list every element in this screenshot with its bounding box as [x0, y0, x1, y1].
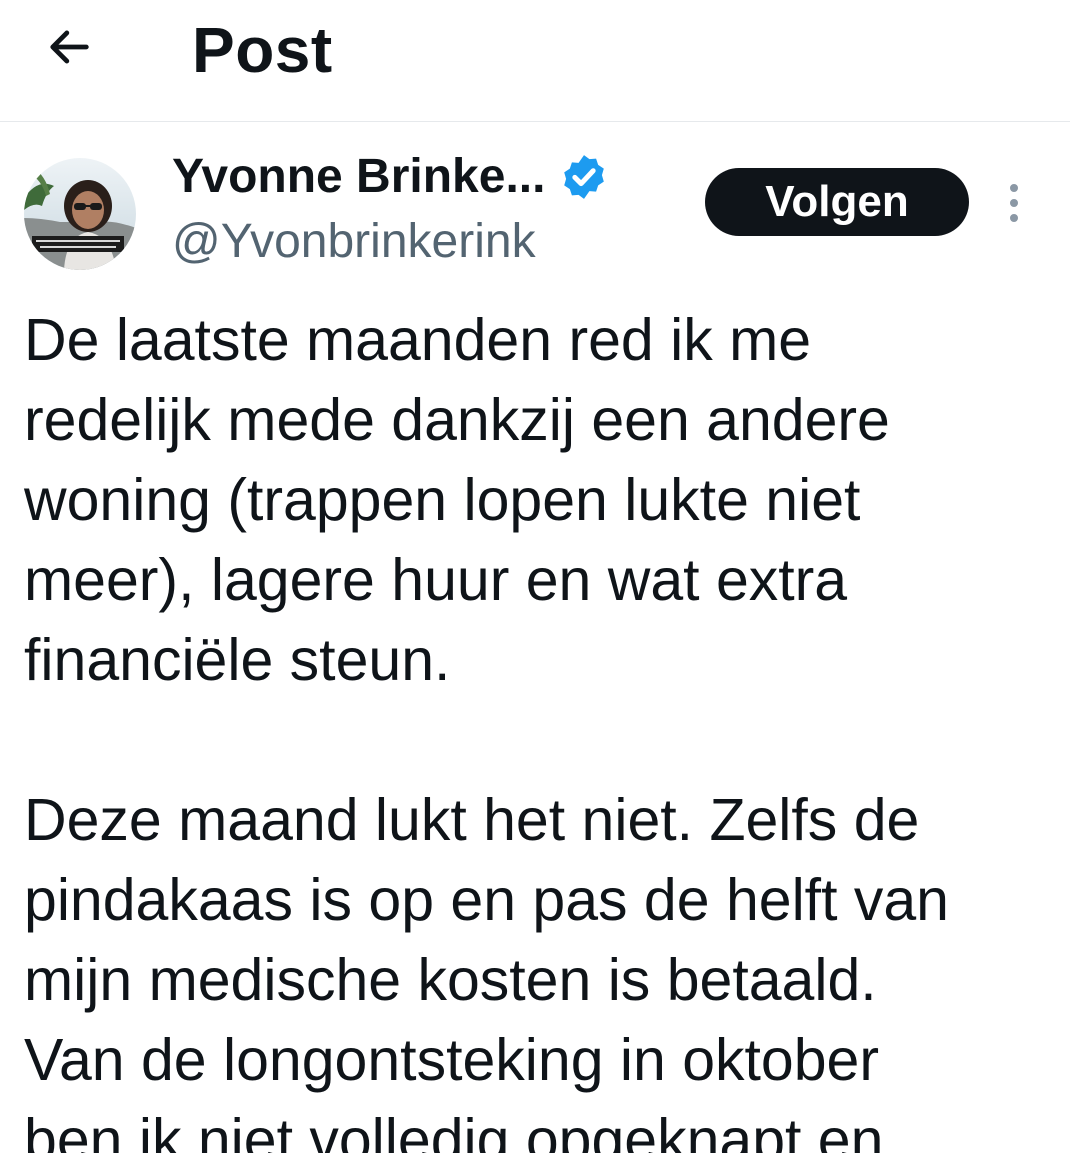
top-app-bar: Post — [0, 0, 1070, 122]
arrow-left-icon — [50, 30, 89, 64]
back-button[interactable] — [38, 16, 100, 78]
author-handle[interactable]: @Yvonbrinkerink — [172, 212, 536, 272]
author-name-row: Yvonne Brinke... — [172, 147, 609, 207]
post-text: De laatste maanden red ik me redelijk me… — [24, 300, 1054, 1153]
post-paragraph: De laatste maanden red ik me redelijk me… — [24, 307, 890, 693]
verified-badge-icon[interactable] — [559, 152, 609, 202]
author-display-name[interactable]: Yvonne Brinke... — [172, 147, 545, 207]
follow-button[interactable]: Volgen — [705, 168, 969, 236]
more-vertical-icon-dot — [1010, 199, 1018, 207]
post-paragraph: Deze maand lukt het niet. Zelfs de pinda… — [24, 787, 949, 1153]
avatar[interactable] — [24, 158, 136, 270]
more-options-button[interactable] — [994, 178, 1034, 228]
profile-photo — [24, 158, 136, 270]
more-vertical-icon-dot — [1010, 214, 1018, 222]
more-vertical-icon — [1010, 184, 1018, 192]
page-title: Post — [192, 14, 333, 86]
